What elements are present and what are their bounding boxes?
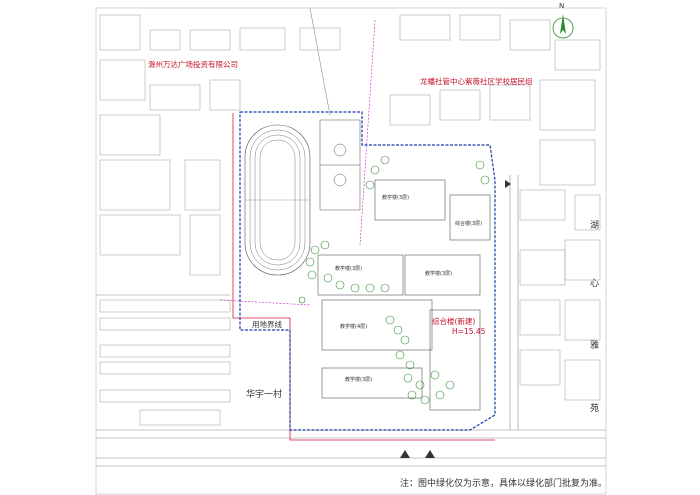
- teaching-building-c: 教学楼(3层): [425, 271, 453, 277]
- greening-note: 注：图中绿化仅为示意，具体以绿化部门批复为准。: [400, 479, 608, 489]
- huayu-label: 华宇一村: [246, 390, 283, 400]
- residential-label: 龙蟠社管中心紫薇社区学校居民组: [420, 77, 533, 86]
- teaching-building-a: 教学楼(3层): [382, 195, 410, 201]
- road-name-3: 雅: [590, 341, 600, 351]
- north-label: N: [559, 2, 565, 10]
- teaching-building-b: 教学楼(3层): [335, 266, 363, 272]
- road-name-4: 苑: [590, 404, 600, 414]
- complex-height-label: H=15.45: [452, 327, 486, 336]
- company-label: 滁州万达广场投资有限公司: [148, 60, 238, 69]
- complex-building-label: 综合楼(新建): [432, 317, 476, 326]
- teaching-building-e: 教学楼(3层): [345, 377, 373, 383]
- office-building: 综合楼(3层): [455, 221, 483, 227]
- landline-label: 用地界线: [252, 320, 282, 329]
- road-name-2: 心: [590, 279, 600, 289]
- site-plan-drawing: [95, 7, 607, 495]
- teaching-building-d: 教学楼(4层): [340, 324, 368, 330]
- road-name-1: 湖: [590, 221, 600, 231]
